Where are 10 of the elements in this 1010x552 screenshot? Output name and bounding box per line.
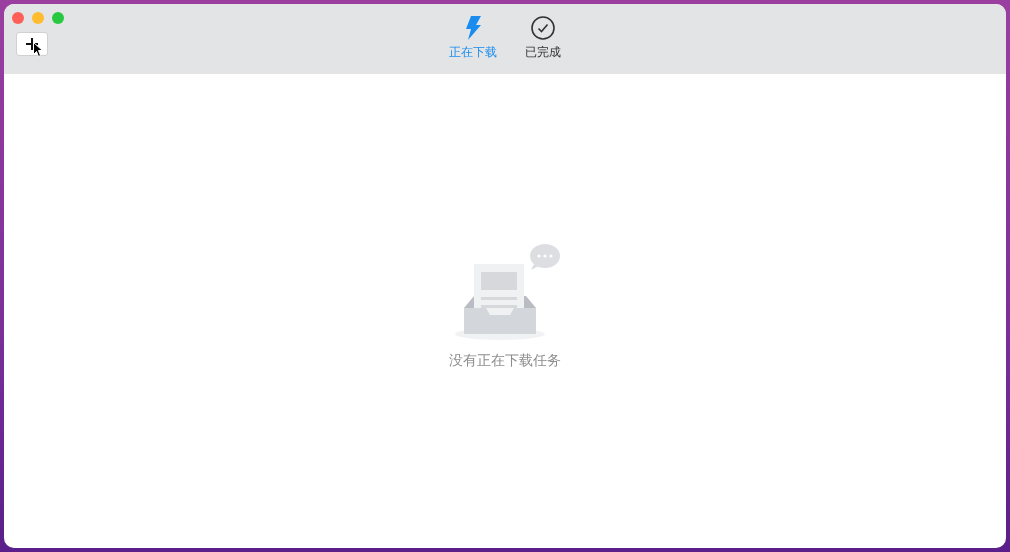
check-circle-icon bbox=[531, 16, 555, 40]
close-button[interactable] bbox=[12, 12, 24, 24]
minimize-button[interactable] bbox=[32, 12, 44, 24]
plus-icon bbox=[26, 38, 38, 50]
zoom-button[interactable] bbox=[52, 12, 64, 24]
lightning-icon bbox=[463, 16, 483, 40]
add-button[interactable] bbox=[16, 32, 48, 56]
cursor-icon bbox=[33, 42, 43, 57]
empty-message: 没有正在下载任务 bbox=[449, 352, 561, 370]
tab[interactable]: 已完成 bbox=[525, 16, 561, 74]
